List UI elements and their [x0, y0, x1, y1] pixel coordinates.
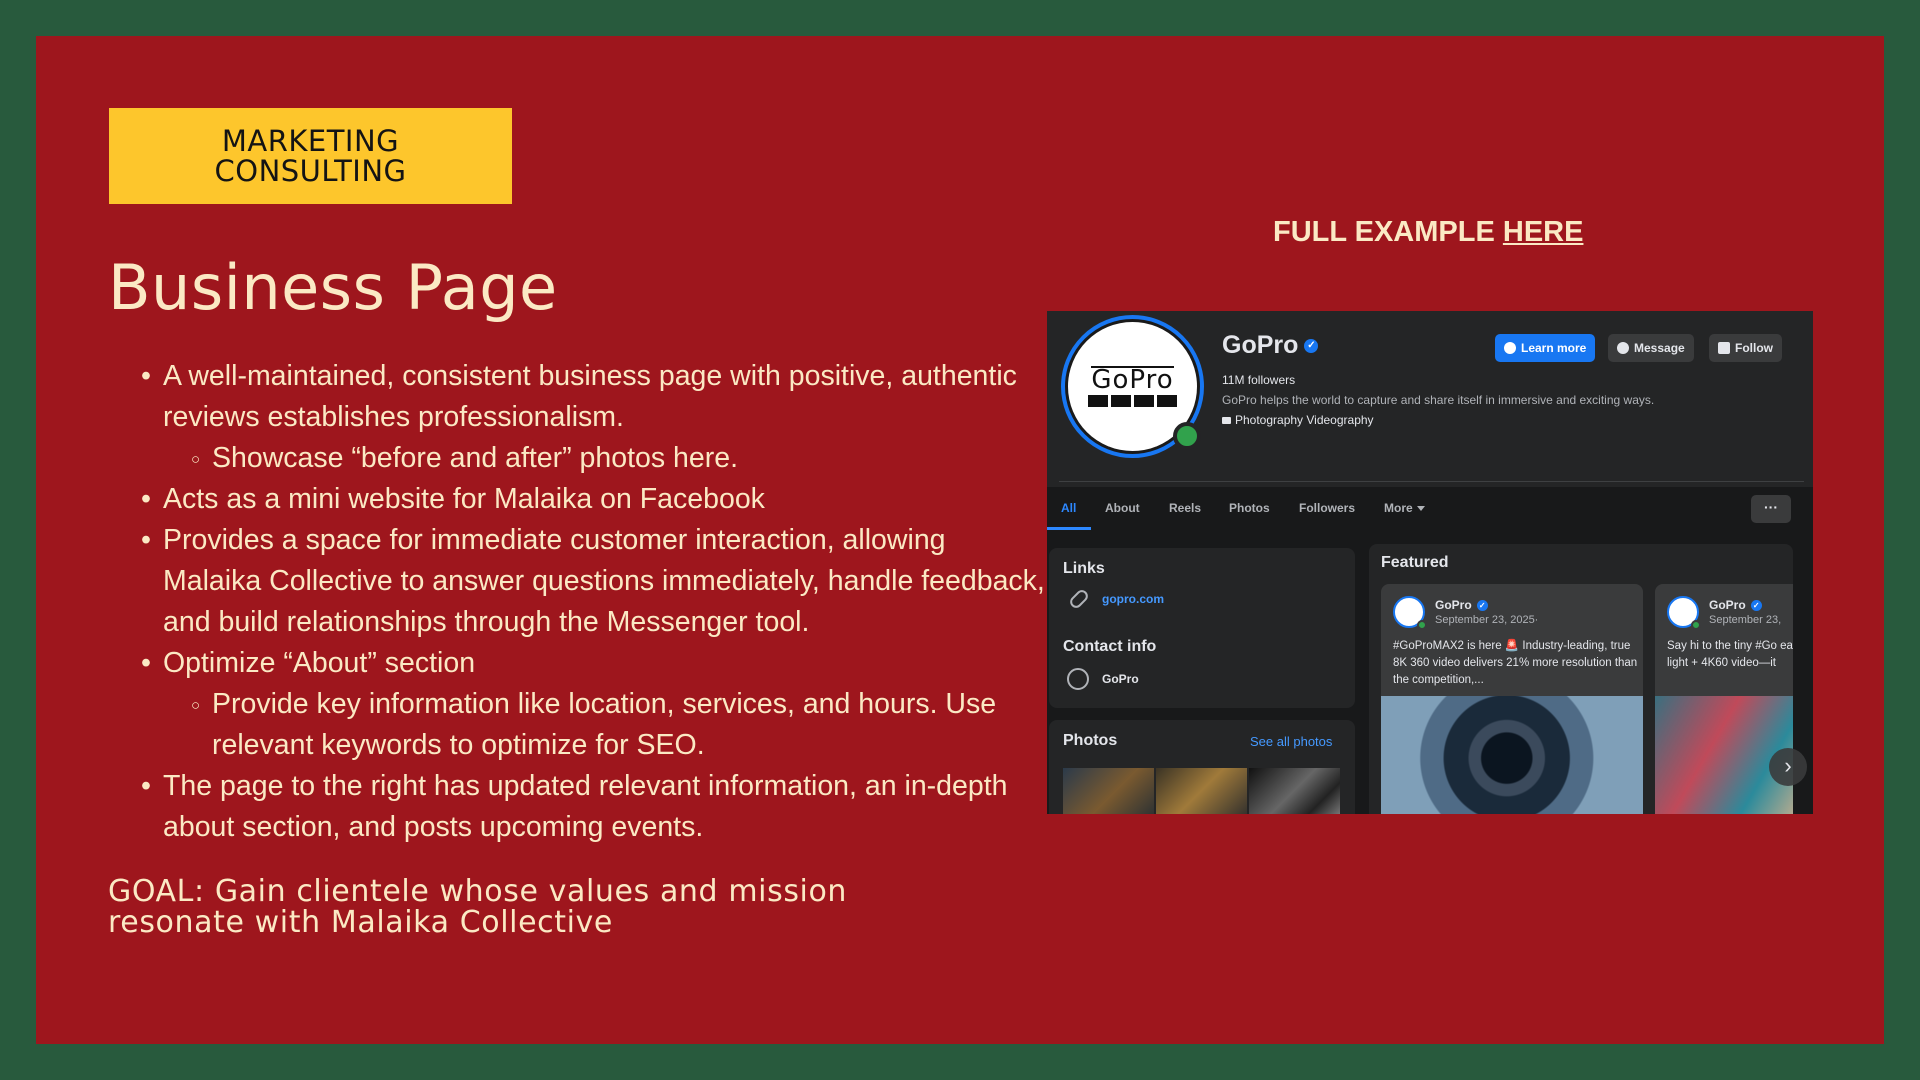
post-text: Say hi to the tiny #Go easygoing point +…	[1667, 640, 1793, 669]
post-text: #GoProMAX2 is here 🚨 Industry-leading, t…	[1393, 640, 1638, 686]
post-date: September 23, 2025·	[1435, 614, 1539, 626]
website-link-row[interactable]: gopro.com	[1067, 587, 1164, 611]
briefcase-icon	[1222, 416, 1231, 424]
tab-about[interactable]: About	[1105, 501, 1140, 515]
message-button[interactable]: Message	[1608, 334, 1694, 362]
category-text: Photography Videography	[1235, 413, 1374, 427]
contact-info-title: Contact info	[1063, 638, 1157, 655]
follower-count[interactable]: 11M followers	[1222, 373, 1295, 387]
chevron-right-icon[interactable]: ›	[1769, 748, 1807, 786]
facebook-page-screenshot: GoPro GoPro ✓ 11M followers GoPro helps …	[1047, 311, 1813, 814]
intro-card: Links gopro.com Contact info GoPro	[1049, 548, 1355, 708]
bullet-item: Acts as a mini website for Malaika on Fa…	[108, 479, 1048, 520]
active-tab-indicator	[1047, 527, 1091, 530]
bullet-item: A well-maintained, consistent business p…	[108, 356, 1048, 438]
info-icon	[1504, 342, 1516, 354]
learn-more-label: Learn more	[1521, 341, 1587, 355]
tab-all[interactable]: All	[1061, 501, 1076, 515]
tab-more[interactable]: More	[1384, 501, 1425, 515]
verified-badge-icon: ✓	[1476, 599, 1488, 611]
slide: MARKETING CONSULTING Business Page A wel…	[36, 36, 1884, 1044]
logo-word: GoPro	[1091, 365, 1174, 395]
page-name-text: GoPro	[1222, 331, 1299, 359]
featured-title: Featured	[1381, 554, 1449, 571]
sub-bullet-item: Provide key information like location, s…	[108, 684, 1048, 766]
photo-thumbnail[interactable]	[1156, 768, 1247, 814]
sub-bullet-item: Showcase “before and after” photos here.	[108, 438, 1048, 480]
page-tabs: All About Reels Photos Followers More ··…	[1047, 487, 1813, 531]
featured-card: Featured GoPro ✓ September 23, 2025· #Go…	[1369, 544, 1793, 814]
post-date: September 23,	[1709, 614, 1782, 626]
goal-line-1: GOAL: Gain clientele whose values and mi…	[108, 874, 848, 909]
caret-down-icon	[1416, 506, 1425, 512]
links-title: Links	[1063, 560, 1105, 577]
online-status-indicator	[1173, 422, 1201, 450]
featured-post[interactable]: GoPro ✓ September 23, Say hi to the tiny…	[1655, 584, 1793, 814]
post-author-name: GoPro	[1709, 598, 1746, 612]
post-image	[1381, 696, 1643, 814]
photos-title: Photos	[1063, 732, 1118, 749]
message-label: Message	[1634, 341, 1685, 355]
category-tag: MARKETING CONSULTING	[109, 108, 512, 204]
link-icon	[1067, 587, 1091, 611]
verified-badge-icon: ✓	[1304, 338, 1319, 353]
online-status-indicator	[1691, 620, 1701, 630]
page-header: GoPro GoPro ✓ 11M followers GoPro helps …	[1047, 311, 1813, 487]
see-all-photos-link[interactable]: See all photos	[1250, 734, 1332, 749]
tag-line-2: CONSULTING	[214, 154, 407, 188]
contact-value: GoPro	[1102, 672, 1139, 686]
full-example-link[interactable]: HERE	[1503, 216, 1584, 248]
photo-thumbnails	[1063, 768, 1340, 814]
page-name[interactable]: GoPro ✓	[1222, 331, 1319, 360]
goal-line-2: resonate with Malaika Collective	[108, 905, 613, 940]
featured-post[interactable]: GoPro ✓ September 23, 2025· #GoProMAX2 i…	[1381, 584, 1643, 814]
follow-icon	[1718, 342, 1730, 354]
messenger-icon	[1067, 668, 1089, 690]
tab-followers[interactable]: Followers	[1299, 501, 1355, 515]
bullet-item: The page to the right has updated releva…	[108, 766, 1048, 848]
tab-photos[interactable]: Photos	[1229, 501, 1270, 515]
logo-blocks	[1088, 395, 1177, 407]
slide-title: Business Page	[108, 251, 558, 324]
verified-badge-icon: ✓	[1750, 599, 1762, 611]
post-author: GoPro ✓	[1709, 598, 1762, 612]
bullet-item: Optimize “About” section	[108, 643, 1048, 684]
online-status-indicator	[1417, 620, 1427, 630]
post-author-name: GoPro	[1435, 598, 1472, 612]
more-options-button[interactable]: ···	[1751, 495, 1791, 523]
follow-button[interactable]: Follow	[1709, 334, 1782, 362]
tab-reels[interactable]: Reels	[1169, 501, 1201, 515]
tag-line-1: MARKETING	[221, 124, 400, 158]
website-link[interactable]: gopro.com	[1102, 592, 1164, 606]
page-description: GoPro helps the world to capture and sha…	[1222, 393, 1655, 407]
full-example-caption: FULL EXAMPLE HERE	[1273, 216, 1583, 249]
messenger-icon	[1617, 342, 1629, 354]
photos-card: Photos See all photos	[1049, 720, 1355, 814]
page-category: Photography Videography	[1222, 413, 1374, 427]
bullet-item: Provides a space for immediate customer …	[108, 520, 1048, 643]
divider	[1059, 481, 1804, 482]
photo-thumbnail[interactable]	[1063, 768, 1154, 814]
full-example-prefix: FULL EXAMPLE	[1273, 216, 1503, 248]
photo-thumbnail[interactable]	[1249, 768, 1340, 814]
goal-statement: GOAL: Gain clientele whose values and mi…	[108, 876, 847, 938]
follow-label: Follow	[1735, 341, 1773, 355]
contact-row[interactable]: GoPro	[1067, 668, 1139, 690]
bullet-list: A well-maintained, consistent business p…	[108, 356, 1048, 848]
post-author: GoPro ✓	[1435, 598, 1488, 612]
learn-more-button[interactable]: Learn more	[1495, 334, 1596, 362]
tab-more-label: More	[1384, 501, 1413, 515]
